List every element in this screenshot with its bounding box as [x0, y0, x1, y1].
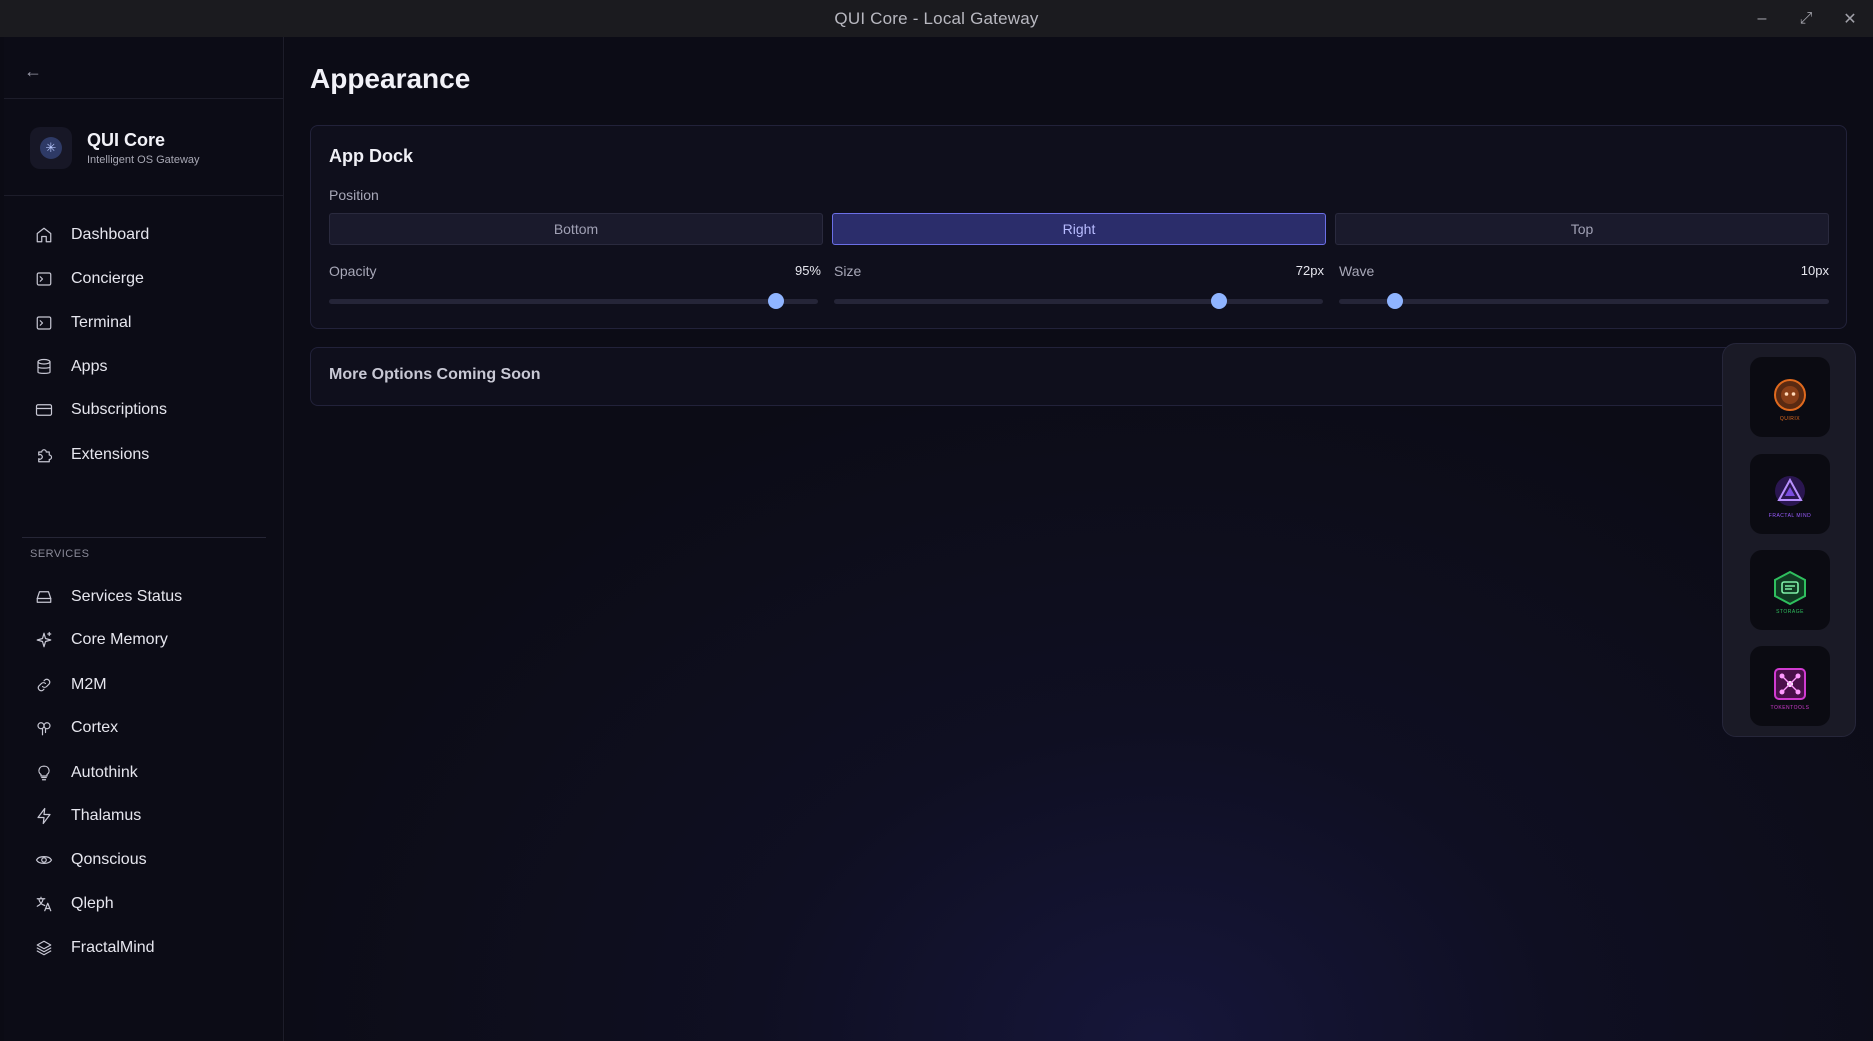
sidebar-item-apps[interactable]: Apps	[34, 351, 264, 383]
window-controls: – ⤢ ✕	[1753, 0, 1859, 37]
sidebar-item-label: Concierge	[71, 270, 144, 287]
wave-value: 10px	[1800, 263, 1829, 278]
sidebar-item-cortex[interactable]: Cortex	[34, 712, 264, 744]
window-title: QUI Core - Local Gateway	[834, 8, 1039, 28]
more-options-card: More Options Coming Soon	[310, 347, 1847, 406]
position-top-button[interactable]: Top	[1335, 213, 1829, 245]
size-slider-thumb[interactable]	[1211, 293, 1228, 309]
dock-app-fractal-mind[interactable]: FRACTAL MIND	[1750, 454, 1830, 534]
sidebar-item-thalamus[interactable]: Thalamus	[34, 800, 264, 832]
close-icon[interactable]: ✕	[1841, 9, 1859, 29]
hexagon-icon	[1774, 570, 1806, 606]
brand-name: QUI Core	[87, 130, 166, 150]
opacity-slider-thumb[interactable]	[768, 293, 785, 309]
main-content: Appearance App Dock Position Bottom Righ…	[285, 37, 1873, 1041]
app-dock-card: App Dock Position Bottom Right Top Opaci…	[310, 125, 1847, 329]
brand-logo: ✳	[30, 127, 72, 169]
divider	[22, 537, 266, 538]
maximize-icon[interactable]: ⤢	[1797, 10, 1815, 28]
eye-icon	[34, 850, 54, 870]
dock-app-label: TOKENTOOLS	[1770, 705, 1810, 711]
sidebar-item-label: Core Memory	[71, 631, 168, 648]
zap-icon	[34, 806, 54, 826]
back-button[interactable]: ←	[24, 61, 42, 82]
window-titlebar: QUI Core - Local Gateway – ⤢ ✕	[0, 0, 1873, 37]
terminal-icon	[34, 269, 54, 289]
sidebar-item-subscriptions[interactable]: Subscriptions	[34, 394, 264, 426]
wave-label: Wave	[1339, 263, 1375, 279]
sidebar-item-core-memory[interactable]: Core Memory	[34, 624, 264, 656]
wave-slider-thumb[interactable]	[1387, 293, 1404, 309]
sidebar-item-label: Thalamus	[71, 807, 142, 824]
hard-drive-icon	[34, 587, 54, 607]
opacity-value: 95%	[794, 263, 821, 278]
app-dock: QUIRIX FRACTAL MIND STORAGE TOKENTOOLS	[1722, 343, 1856, 737]
sidebar-item-label: M2M	[71, 676, 107, 693]
dock-app-label: QUIRIX	[1779, 416, 1801, 422]
divider	[4, 195, 284, 196]
database-icon	[34, 357, 54, 377]
sidebar-item-label: Services Status	[71, 588, 183, 605]
sidebar-item-qonscious[interactable]: Qonscious	[34, 844, 264, 876]
sidebar-item-m2m[interactable]: M2M	[34, 669, 264, 701]
opacity-slider-track[interactable]	[329, 299, 818, 304]
sidebar-item-fractalmind[interactable]: FractalMind	[34, 932, 264, 964]
languages-icon	[34, 894, 54, 914]
link-icon	[34, 675, 54, 695]
size-value: 72px	[1295, 263, 1324, 278]
more-options-title: More Options Coming Soon	[329, 366, 541, 383]
network-icon	[1774, 668, 1806, 700]
home-icon	[34, 225, 54, 245]
position-right-button[interactable]: Right	[832, 213, 1326, 245]
terminal-icon	[34, 313, 54, 333]
sidebar-item-label: FractalMind	[71, 939, 155, 956]
lightbulb-icon	[34, 763, 54, 783]
brain-icon	[34, 718, 54, 738]
sidebar-item-label: Qleph	[71, 895, 114, 912]
sidebar-item-autothink[interactable]: Autothink	[34, 757, 264, 789]
services-section-label: SERVICES	[30, 548, 90, 560]
sidebar-item-services-status[interactable]: Services Status	[34, 581, 264, 613]
orange-orb-icon	[1774, 379, 1806, 411]
card-title: App Dock	[329, 146, 414, 166]
brand: ✳ QUI Core Intelligent OS Gateway	[30, 127, 200, 169]
sidebar-item-label: Dashboard	[71, 226, 150, 243]
sidebar-item-qleph[interactable]: Qleph	[34, 888, 264, 920]
sidebar-item-label: Apps	[71, 358, 108, 375]
wave-slider-track[interactable]	[1339, 299, 1829, 304]
dock-app-label: FRACTAL MIND	[1768, 513, 1812, 519]
sidebar-item-label: Cortex	[71, 719, 119, 736]
sidebar-item-label: Subscriptions	[71, 401, 168, 418]
position-bottom-button[interactable]: Bottom	[329, 213, 823, 245]
size-label: Size	[834, 263, 862, 279]
minimize-icon[interactable]: –	[1753, 10, 1771, 28]
dock-app-green[interactable]: STORAGE	[1750, 550, 1830, 630]
sidebar: ← ✳ QUI Core Intelligent OS Gateway Dash…	[4, 37, 284, 1041]
brand-subtitle: Intelligent OS Gateway	[87, 154, 200, 166]
dock-app-magenta[interactable]: TOKENTOOLS	[1750, 646, 1830, 726]
brand-logo-icon: ✳	[40, 137, 62, 159]
position-label: Position	[329, 187, 379, 203]
sparkles-icon	[34, 630, 54, 650]
sidebar-item-concierge[interactable]: Concierge	[34, 263, 264, 295]
size-slider-track[interactable]	[834, 299, 1323, 304]
sidebar-item-label: Autothink	[71, 764, 138, 781]
credit-card-icon	[34, 400, 54, 420]
sidebar-item-label: Qonscious	[71, 851, 147, 868]
divider	[4, 98, 284, 99]
sidebar-item-label: Terminal	[71, 314, 132, 331]
sidebar-item-label: Extensions	[71, 446, 150, 463]
sidebar-item-terminal[interactable]: Terminal	[34, 307, 264, 339]
puzzle-icon	[34, 445, 54, 465]
dock-app-label: STORAGE	[1776, 609, 1804, 615]
sidebar-item-extensions[interactable]: Extensions	[34, 439, 264, 471]
triangle-icon	[1775, 476, 1805, 506]
sidebar-item-dashboard[interactable]: Dashboard	[34, 219, 264, 251]
dock-app-orange[interactable]: QUIRIX	[1750, 357, 1830, 437]
layers-icon	[34, 938, 54, 958]
opacity-label: Opacity	[329, 263, 377, 279]
page-title: Appearance	[310, 63, 471, 94]
